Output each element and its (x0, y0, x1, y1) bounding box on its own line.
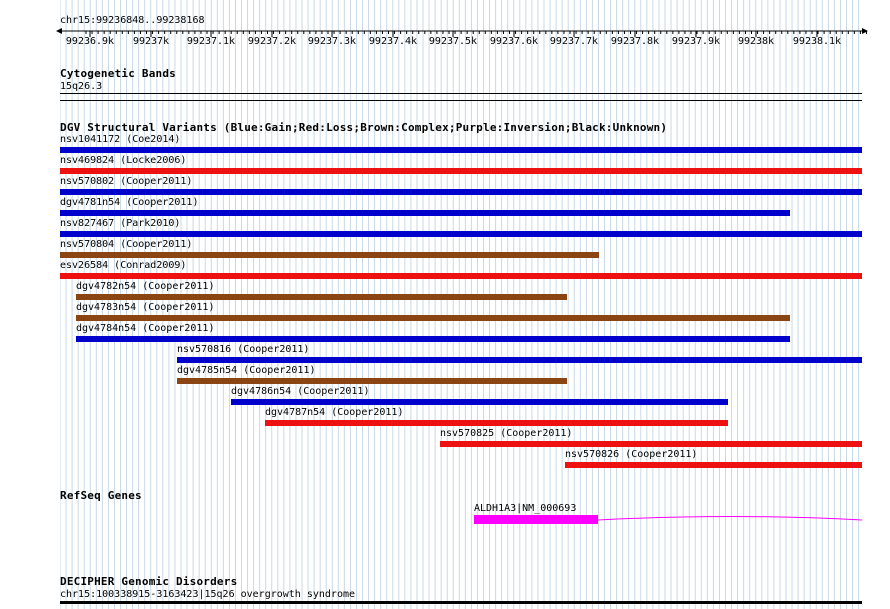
ruler-tick-label: 99238k (737, 36, 775, 47)
dgv-feature-label[interactable]: dgv4781n54 (Cooper2011) (60, 197, 198, 208)
ruler-tick-label: 99238.1k (792, 36, 842, 47)
dgv-feature-bar[interactable] (76, 315, 790, 321)
dgv-feature-label[interactable]: nsv469824 (Locke2006) (60, 155, 186, 166)
cytoband-track-line-2 (60, 100, 862, 101)
cytoband-label: 15q26.3 (60, 81, 103, 92)
ruler-tick-label: 99237.8k (610, 36, 660, 47)
dgv-feature-bar[interactable] (76, 294, 567, 300)
gene-exon (474, 515, 598, 524)
dgv-feature-label[interactable]: dgv4787n54 (Cooper2011) (265, 407, 403, 418)
dgv-feature-label[interactable]: dgv4786n54 (Cooper2011) (231, 386, 369, 397)
dgv-track-title[interactable]: DGV Structural Variants (Blue:Gain;Red:L… (60, 122, 667, 133)
dgv-feature-label[interactable]: dgv4782n54 (Cooper2011) (76, 281, 214, 292)
ruler-tick-label: 99236.9k (65, 36, 115, 47)
dgv-feature-bar[interactable] (76, 336, 790, 342)
dgv-feature-label[interactable]: nsv570802 (Cooper2011) (60, 176, 192, 187)
dgv-feature-label[interactable]: dgv4783n54 (Cooper2011) (76, 302, 214, 313)
ruler-tick-label: 99237.6k (489, 36, 539, 47)
dgv-feature-label[interactable]: nsv570804 (Cooper2011) (60, 239, 192, 250)
ruler-left-arrow-icon (56, 28, 62, 34)
dgv-feature-bar[interactable] (60, 210, 790, 216)
ruler-tick-label: 99237.7k (549, 36, 599, 47)
dgv-feature-label[interactable]: dgv4784n54 (Cooper2011) (76, 323, 214, 334)
dgv-feature-bar[interactable] (177, 378, 567, 384)
dgv-feature-bar[interactable] (60, 147, 862, 153)
dgv-feature-label[interactable]: nsv570816 (Cooper2011) (177, 344, 309, 355)
cytoband-track-line (60, 93, 862, 94)
dgv-feature-label[interactable]: dgv4785n54 (Cooper2011) (177, 365, 315, 376)
dgv-feature-bar[interactable] (231, 399, 728, 405)
dgv-feature-bar[interactable] (60, 252, 599, 258)
ruler-tick-label: 99237.5k (428, 36, 478, 47)
ruler-right-arrow-icon (862, 28, 868, 34)
ruler-tick-label: 99237.2k (247, 36, 297, 47)
dgv-feature-bar[interactable] (565, 462, 862, 468)
decipher-track-title[interactable]: DECIPHER Genomic Disorders (60, 576, 237, 587)
dgv-feature-label[interactable]: nsv827467 (Park2010) (60, 218, 180, 229)
gene-intron (597, 516, 862, 521)
dgv-feature-bar[interactable] (177, 357, 862, 363)
dgv-feature-label[interactable]: nsv1041172 (Coe2014) (60, 134, 180, 145)
ruler-tick-label: 99237.3k (307, 36, 357, 47)
dgv-feature-bar[interactable] (265, 420, 728, 426)
dgv-feature-bar[interactable] (60, 231, 862, 237)
dgv-feature-label[interactable]: nsv570825 (Cooper2011) (440, 428, 572, 439)
dgv-feature-label[interactable]: esv26584 (Conrad2009) (60, 260, 186, 271)
ruler-tick-label: 99237.4k (368, 36, 418, 47)
dgv-feature-bar[interactable] (60, 273, 862, 279)
dgv-feature-bar[interactable] (440, 441, 862, 447)
ruler-tick-label: 99237.1k (186, 36, 236, 47)
dgv-feature-bar[interactable] (60, 189, 862, 195)
decipher-feature-bar[interactable] (60, 601, 862, 604)
decipher-feature-label[interactable]: chr15:100338915-3163423|15q26 overgrowth… (60, 589, 355, 600)
ruler-tick-label: 99237k (132, 36, 170, 47)
dgv-feature-label[interactable]: nsv570826 (Cooper2011) (565, 449, 697, 460)
cytoband-track-title[interactable]: Cytogenetic Bands (60, 68, 176, 79)
ruler-tick-label: 99237.9k (671, 36, 721, 47)
gene-model[interactable] (474, 512, 862, 526)
dgv-feature-bar[interactable] (60, 168, 862, 174)
refseq-track-title[interactable]: RefSeq Genes (60, 490, 142, 501)
